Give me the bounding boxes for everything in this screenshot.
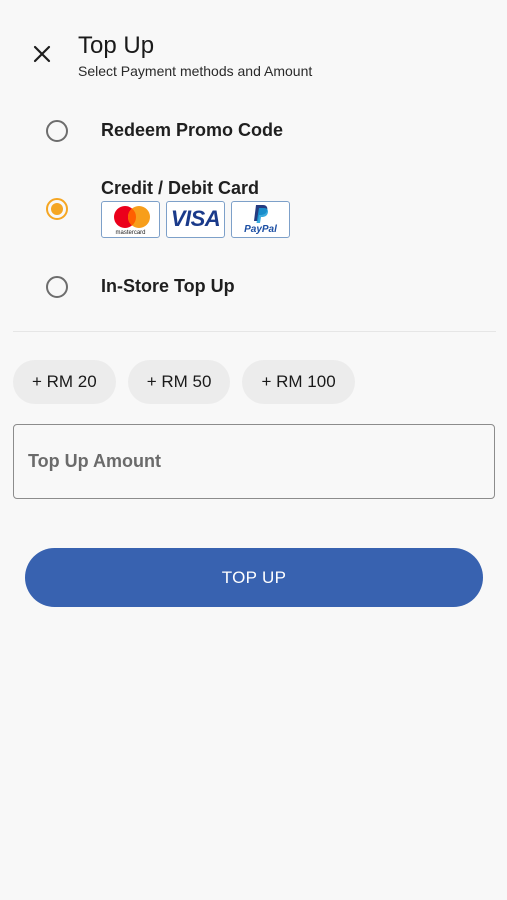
paypal-icon <box>254 205 269 223</box>
option-label-credit-debit-card: Credit / Debit Card <box>101 178 260 198</box>
mastercard-icon <box>114 206 150 228</box>
quick-amount-rm-20[interactable]: + RM 20 <box>13 360 116 404</box>
top-up-button[interactable]: TOP UP <box>25 548 483 607</box>
top-up-screen: Top Up Select Payment methods and Amount… <box>0 0 507 900</box>
mastercard-logo: mastercard <box>101 201 160 238</box>
option-label-redeem-promo-code: Redeem Promo Code <box>101 120 284 140</box>
quick-amount-rm-50[interactable]: + RM 50 <box>127 360 231 404</box>
paypal-wordmark: PayPal <box>244 224 277 235</box>
page-subtitle: Select Payment methods and Amount <box>78 63 313 79</box>
option-label-in-store-top-up: In-Store Top Up <box>101 276 235 296</box>
radio-in-store-top-up[interactable] <box>46 276 68 298</box>
close-button[interactable] <box>28 40 56 68</box>
visa-logo: VISA <box>166 201 225 238</box>
quick-amount-rm-100[interactable]: + RM 100 <box>242 360 355 404</box>
visa-wordmark: VISA <box>170 206 221 231</box>
option-in-store-top-up[interactable]: In-Store Top Up <box>0 271 507 303</box>
radio-credit-debit-card[interactable] <box>46 198 68 220</box>
divider <box>13 331 496 332</box>
mastercard-wordmark: mastercard <box>115 230 146 236</box>
paypal-logo: PayPal <box>231 201 290 238</box>
card-logos: mastercard VISA PayPal <box>101 201 290 238</box>
page-title: Top Up <box>78 32 155 59</box>
radio-redeem-promo-code[interactable] <box>46 120 68 142</box>
option-redeem-promo-code[interactable]: Redeem Promo Code <box>0 115 507 147</box>
quick-amount-chips: + RM 20 + RM 50 + RM 100 <box>13 360 355 404</box>
close-icon <box>33 45 51 63</box>
top-up-amount-input[interactable] <box>13 424 495 499</box>
